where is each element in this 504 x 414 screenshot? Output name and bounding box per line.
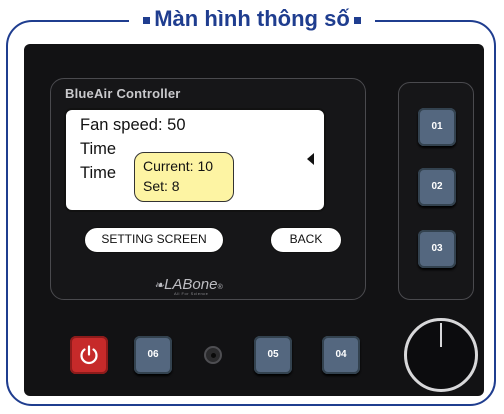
lcd-screen: Fan speed: 50 Time Time Current: 10 Set:…	[64, 108, 326, 212]
time-line-2: Time	[80, 164, 117, 182]
power-icon	[80, 345, 98, 365]
key-01[interactable]: 01	[418, 108, 456, 146]
logo-tagline: All For Science	[174, 291, 209, 296]
key-04[interactable]: 04	[322, 336, 360, 374]
back-button[interactable]: BACK	[270, 227, 342, 253]
title-bullet-right	[353, 16, 361, 24]
controller-device: BlueAir Controller Fan speed: 50 Time Ti…	[24, 44, 484, 396]
rotary-knob[interactable]	[404, 318, 478, 392]
page-title: Màn hình thông số	[129, 4, 375, 34]
logo-icon: ❧	[154, 278, 165, 293]
key-05[interactable]: 05	[254, 336, 292, 374]
time-line-1: Time	[80, 140, 117, 158]
panel-title: BlueAir Controller	[65, 86, 181, 101]
header: Màn hình thông số	[0, 4, 504, 34]
key-06[interactable]: 06	[134, 336, 172, 374]
key-02[interactable]: 02	[418, 168, 456, 206]
tooltip-set: Set: 8	[143, 178, 180, 194]
title-bullet-left	[143, 16, 151, 24]
power-button[interactable]	[70, 336, 108, 374]
page-title-text: Màn hình thông số	[154, 6, 350, 31]
tooltip-current: Current: 10	[143, 158, 214, 174]
value-tooltip: Current: 10 Set: 8	[134, 152, 234, 202]
fan-speed-line: Fan speed: 50	[80, 116, 186, 134]
key-03[interactable]: 03	[418, 230, 456, 268]
audio-jack	[204, 346, 222, 364]
setting-screen-button[interactable]: SETTING SCREEN	[84, 227, 224, 253]
left-arrow-icon[interactable]	[307, 153, 314, 165]
brand-logo: ❧LABone® All For Science	[154, 276, 223, 296]
